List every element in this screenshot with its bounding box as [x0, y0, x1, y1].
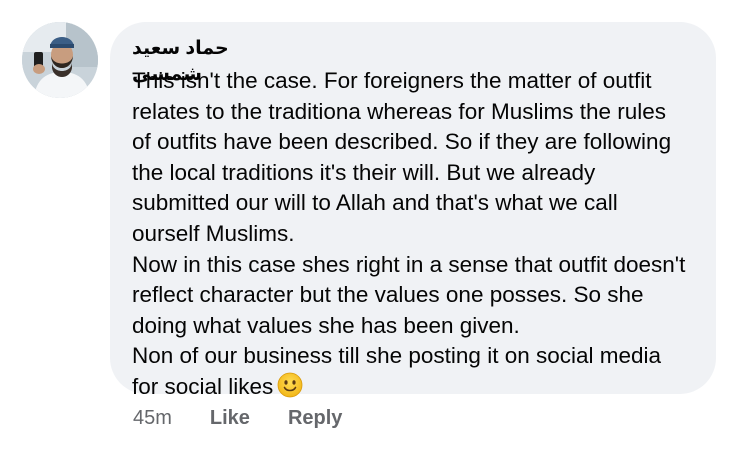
avatar[interactable] [22, 22, 98, 98]
comment-timestamp[interactable]: 45m [133, 407, 172, 430]
comment-author-name[interactable]: حماد سعید شمسی [132, 36, 302, 85]
slightly-smiling-face-icon [277, 372, 303, 407]
comment-line-text: for social likes [132, 373, 274, 399]
comment-line: Non of our business till she posting it … [132, 343, 662, 369]
comment-line: ourself Muslims. [132, 220, 295, 246]
comment-bubble: حماد سعید شمسی This isn't the case. For … [110, 22, 716, 399]
avatar-photo [22, 22, 98, 98]
comment-line: the local traditions it's their will. Bu… [132, 159, 596, 185]
comment-line: of outfits have been described. So if th… [132, 129, 672, 155]
like-button[interactable]: Like [210, 407, 250, 430]
comment-actions: 45m Like Reply [133, 404, 380, 432]
comment-line: doing what values she has been given. [132, 312, 520, 338]
comment-line: Now in this case shes right in a sense t… [132, 251, 686, 277]
comment-line: submitted our will to Allah and that's w… [132, 190, 618, 216]
comment-text: This isn't the case. For foreigners the … [132, 66, 692, 407]
comment-line: reflect character but the values one pos… [132, 282, 644, 308]
comment-line: This isn't the case. For foreigners the … [132, 68, 652, 93]
comment-line-last: for social likes [132, 372, 692, 407]
reply-button[interactable]: Reply [288, 407, 342, 430]
comment-line: relates to the traditiona whereas for Mu… [132, 98, 666, 124]
